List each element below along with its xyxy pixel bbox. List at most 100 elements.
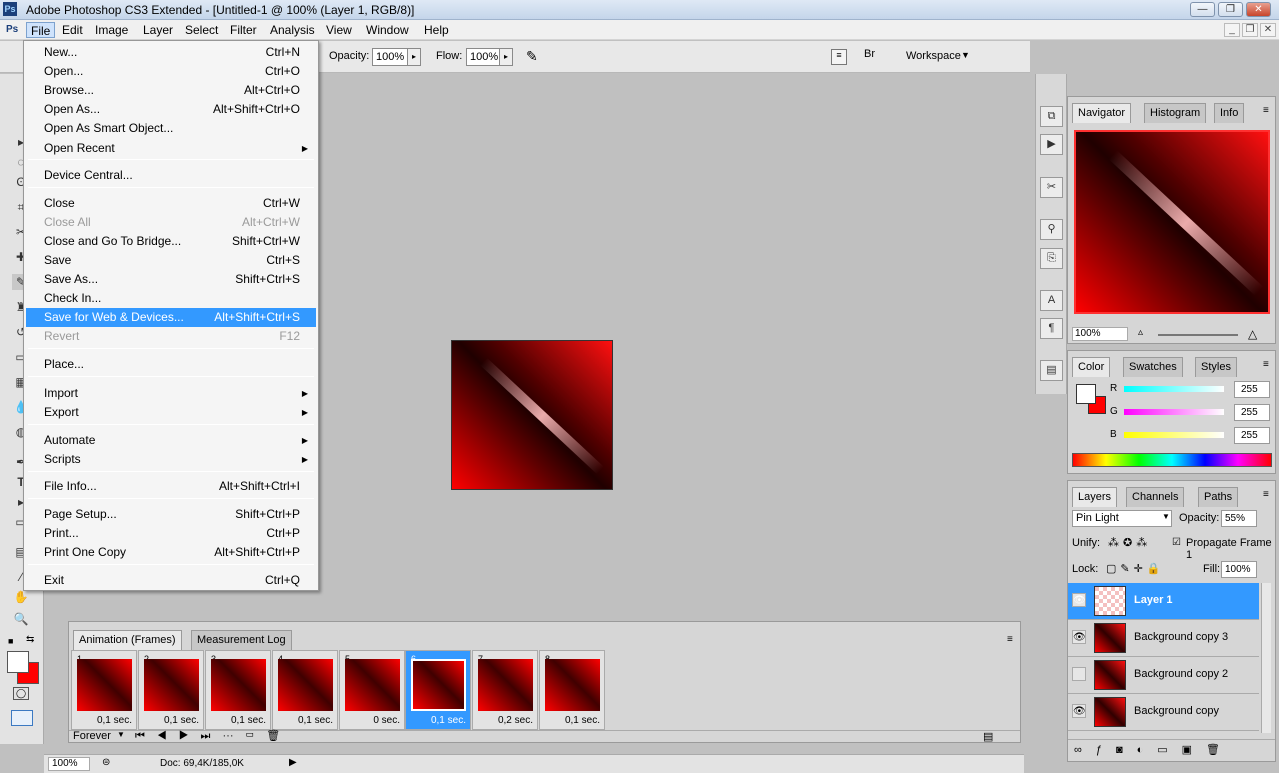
- clone-source-icon[interactable]: ⎘: [1040, 248, 1063, 269]
- menu-item-exit[interactable]: Exit Ctrl+Q: [26, 571, 316, 590]
- status-zoom-field[interactable]: 100%: [48, 757, 90, 771]
- menu-edit[interactable]: Edit: [58, 22, 87, 38]
- frame-thumb[interactable]: 70,2 sec.: [472, 650, 538, 730]
- visibility-off-icon[interactable]: [1072, 667, 1086, 681]
- visibility-eye-icon[interactable]: 👁: [1072, 704, 1086, 718]
- menu-item-open-as[interactable]: Open As... Alt+Shift+Ctrl+O: [26, 100, 316, 119]
- frame-thumb[interactable]: 40,1 sec.: [272, 650, 338, 730]
- menu-item-open-smart-object[interactable]: Open As Smart Object...: [26, 119, 316, 138]
- menu-item-open[interactable]: Open... Ctrl+O: [26, 62, 316, 81]
- navigator-thumbnail[interactable]: [1074, 130, 1270, 314]
- playback-buttons[interactable]: ⏮◀▶⏭⋯▭🗑: [135, 729, 292, 743]
- menu-item-close[interactable]: Close Ctrl+W: [26, 194, 316, 213]
- panel-menu-icon[interactable]: ≡: [1263, 359, 1269, 370]
- flow-arrow-icon[interactable]: ▸: [499, 48, 513, 66]
- close-button[interactable]: ✕: [1246, 2, 1271, 17]
- doc-restore-button[interactable]: ❐: [1242, 23, 1258, 37]
- layers-scrollbar[interactable]: [1261, 583, 1271, 733]
- tab-navigator[interactable]: Navigator: [1072, 103, 1132, 123]
- workspace-dropdown-icon[interactable]: ▼: [961, 50, 970, 60]
- panel-menu-icon[interactable]: ≡: [1263, 489, 1269, 500]
- menu-item-page-setup[interactable]: Page Setup... Shift+Ctrl+P: [26, 505, 316, 524]
- status-icon[interactable]: ⊜: [102, 757, 110, 768]
- zoom-slider[interactable]: [1158, 334, 1238, 336]
- tab-channels[interactable]: Channels: [1126, 487, 1185, 507]
- channel-g-slider[interactable]: [1124, 409, 1224, 415]
- maximize-button[interactable]: ❐: [1218, 2, 1243, 17]
- menu-item-save-as[interactable]: Save As... Shift+Ctrl+S: [26, 270, 316, 289]
- swap-colors-icon[interactable]: ⇆: [26, 634, 34, 645]
- tab-animation-frames[interactable]: Animation (Frames): [73, 630, 182, 650]
- unify-icons[interactable]: ⁂✪⁂: [1108, 536, 1151, 549]
- menu-image[interactable]: Image: [91, 22, 132, 38]
- tab-swatches[interactable]: Swatches: [1123, 357, 1183, 377]
- panel-menu-icon[interactable]: ≡: [1007, 634, 1013, 645]
- ps-doc-icon[interactable]: Ps: [4, 22, 20, 38]
- frame-thumb[interactable]: 10,1 sec.: [71, 650, 137, 730]
- bridge-icon[interactable]: Br: [864, 48, 886, 66]
- doc-minimize-button[interactable]: _: [1224, 23, 1240, 37]
- channel-b-value[interactable]: 255: [1234, 427, 1270, 444]
- doc-close-button[interactable]: ✕: [1260, 23, 1276, 37]
- lock-icons[interactable]: ▢✎✛🔒: [1106, 562, 1165, 575]
- actions-icon[interactable]: ▶: [1040, 134, 1063, 155]
- menu-view[interactable]: View: [322, 22, 356, 38]
- menu-item-device-central[interactable]: Device Central...: [26, 166, 316, 185]
- status-menu-arrow-icon[interactable]: ▶: [289, 757, 297, 768]
- frame-thumb[interactable]: 80,1 sec.: [539, 650, 605, 730]
- blend-mode-select[interactable]: Pin Light: [1072, 510, 1172, 527]
- visibility-eye-icon[interactable]: 👁: [1072, 593, 1086, 607]
- menu-item-print[interactable]: Print... Ctrl+P: [26, 524, 316, 543]
- color-fg-swatch[interactable]: [1076, 384, 1096, 404]
- document-canvas[interactable]: [451, 340, 613, 490]
- visibility-eye-icon[interactable]: 👁: [1072, 630, 1086, 644]
- tab-paths[interactable]: Paths: [1198, 487, 1239, 507]
- menu-item-check-in[interactable]: Check In...: [26, 289, 316, 308]
- frame-thumb[interactable]: 60,1 sec.: [405, 650, 471, 730]
- propagate-checkbox[interactable]: ☑: [1172, 537, 1181, 548]
- tab-measurement-log[interactable]: Measurement Log: [191, 630, 292, 650]
- channel-r-slider[interactable]: [1124, 386, 1224, 392]
- menu-item-new[interactable]: New... Ctrl+N: [26, 43, 316, 62]
- menu-layer[interactable]: Layer: [139, 22, 177, 38]
- layer-opacity-field[interactable]: 55%: [1221, 510, 1257, 527]
- layer-row[interactable]: 👁 Background copy 3: [1068, 620, 1259, 657]
- menu-item-export[interactable]: Export ▶: [26, 403, 316, 422]
- channel-b-slider[interactable]: [1124, 432, 1224, 438]
- layer-comps-icon[interactable]: ▤: [1040, 360, 1063, 381]
- layer-row[interactable]: 👁 Layer 1: [1068, 583, 1259, 620]
- menu-item-save-for-web[interactable]: Save for Web & Devices... Alt+Shift+Ctrl+…: [26, 308, 316, 327]
- foreground-color-swatch[interactable]: [7, 651, 29, 673]
- menu-item-open-recent[interactable]: Open Recent ▶: [26, 139, 316, 158]
- menu-item-file-info[interactable]: File Info... Alt+Shift+Ctrl+I: [26, 477, 316, 496]
- frame-options-icon[interactable]: ▤: [983, 730, 993, 743]
- zoom-in-icon[interactable]: △: [1248, 327, 1257, 341]
- menu-item-scripts[interactable]: Scripts ▶: [26, 450, 316, 469]
- menu-select[interactable]: Select: [181, 22, 222, 38]
- opacity-arrow-icon[interactable]: ▸: [407, 48, 421, 66]
- color-spectrum[interactable]: [1072, 453, 1272, 467]
- history-icon[interactable]: ⧉: [1040, 106, 1063, 127]
- layer-row[interactable]: Background copy 2: [1068, 657, 1259, 694]
- channel-g-value[interactable]: 255: [1234, 404, 1270, 421]
- zoom-out-icon[interactable]: ▵: [1138, 327, 1143, 338]
- menu-item-import[interactable]: Import ▶: [26, 384, 316, 403]
- quick-mask-icon[interactable]: ◯: [13, 687, 29, 700]
- loop-select[interactable]: Forever: [73, 730, 111, 742]
- frame-thumb[interactable]: 50 sec.: [339, 650, 405, 730]
- screen-mode-icon[interactable]: [11, 710, 33, 726]
- tab-layers[interactable]: Layers: [1072, 487, 1118, 507]
- default-colors-icon[interactable]: ■: [8, 636, 13, 646]
- layers-footer-buttons[interactable]: ∞ƒ◙◐▭▣🗑: [1068, 739, 1275, 761]
- tab-info[interactable]: Info: [1214, 103, 1245, 123]
- frame-thumb[interactable]: 30,1 sec.: [205, 650, 271, 730]
- menu-item-automate[interactable]: Automate ▶: [26, 431, 316, 450]
- menu-item-browse[interactable]: Browse... Alt+Ctrl+O: [26, 81, 316, 100]
- menu-file[interactable]: File: [26, 22, 56, 38]
- tab-styles[interactable]: Styles: [1195, 357, 1237, 377]
- menu-filter[interactable]: Filter: [226, 22, 261, 38]
- brushes-icon[interactable]: ⚲: [1040, 219, 1063, 240]
- menu-item-place[interactable]: Place...: [26, 355, 316, 374]
- menu-help[interactable]: Help: [420, 22, 453, 38]
- opacity-field[interactable]: 100%: [372, 48, 408, 66]
